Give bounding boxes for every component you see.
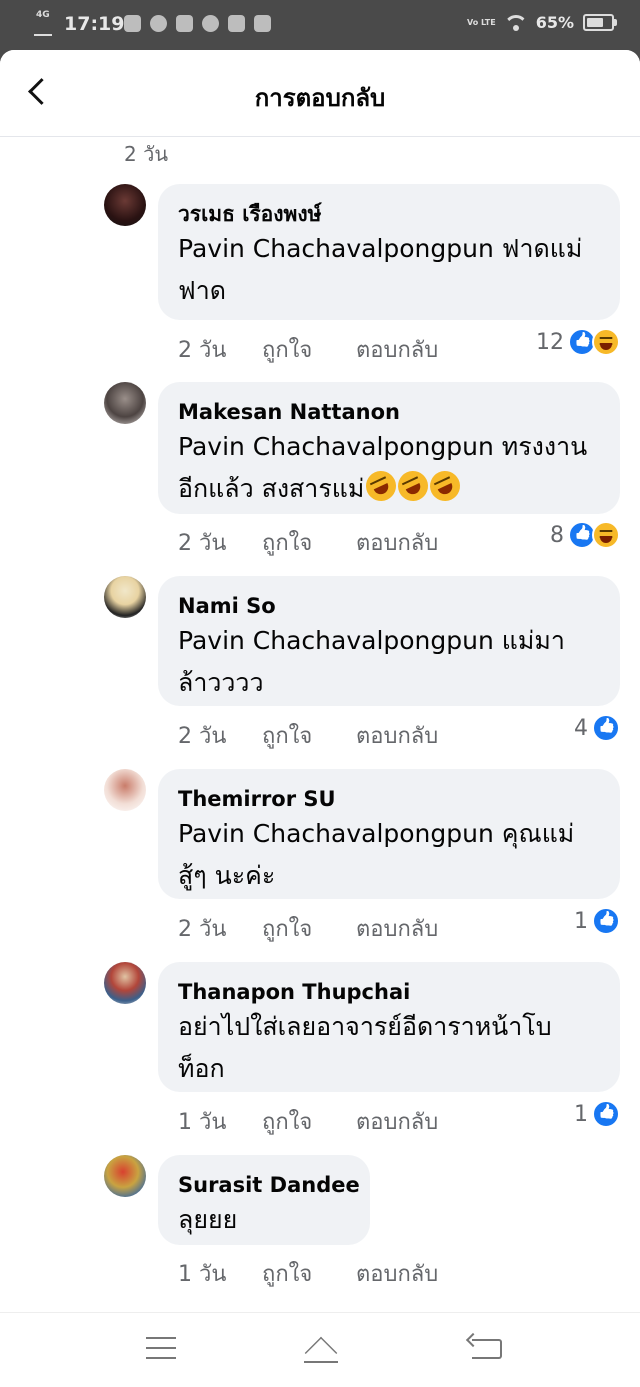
like-button[interactable]: ถูกใจ bbox=[262, 1104, 312, 1139]
avatar[interactable] bbox=[104, 1155, 146, 1197]
comment-time: 1 วัน bbox=[178, 1110, 227, 1135]
avatar[interactable] bbox=[104, 184, 146, 226]
reactions-summary[interactable]: 8 bbox=[550, 521, 620, 549]
reply-button[interactable]: ตอบกลับ bbox=[356, 525, 438, 560]
reply-button[interactable]: ตอบกลับ bbox=[356, 1104, 438, 1139]
comment-author[interactable]: Nami So bbox=[178, 592, 600, 620]
reply-button[interactable]: ตอบกลับ bbox=[356, 718, 438, 753]
instagram-icon bbox=[176, 15, 193, 32]
messenger-icon bbox=[202, 15, 219, 32]
like-button[interactable]: ถูกใจ bbox=[262, 525, 312, 560]
avatar[interactable] bbox=[104, 769, 146, 811]
reply-button[interactable]: ตอบกลับ bbox=[356, 911, 438, 946]
replies-sheet: การตอบกลับ 2 วัน วรเมธ เรืองพงษ์ Pavin C… bbox=[0, 50, 640, 1312]
comment-author[interactable]: Thanapon Thupchai bbox=[178, 978, 600, 1006]
like-icon bbox=[592, 907, 620, 935]
battery-percent: 65% bbox=[535, 13, 574, 32]
gallery-icon bbox=[254, 15, 271, 32]
rofl-emoji-icon bbox=[393, 466, 434, 506]
status-time: 17:19 bbox=[64, 13, 125, 35]
like-icon bbox=[592, 1100, 620, 1128]
comment-bubble: Surasit Dandee ลุยยย bbox=[158, 1155, 370, 1245]
comment-text-line: อย่าไปใส่เลยอาจารย์อีดาราหน้าโบ bbox=[178, 1012, 552, 1041]
reply-button[interactable]: ตอบกลับ bbox=[356, 1256, 438, 1291]
comment-author[interactable]: Surasit Dandee bbox=[178, 1171, 360, 1199]
comment-text-line: ล้าวววว bbox=[178, 668, 264, 697]
page-title: การตอบกลับ bbox=[254, 84, 386, 112]
comment-bubble: วรเมธ เรืองพงษ์ Pavin Chachavalpongpun ฟ… bbox=[158, 184, 620, 320]
network-label: 4G bbox=[36, 10, 50, 20]
like-button[interactable]: ถูกใจ bbox=[262, 911, 312, 946]
comment-text-line: สู้ๆ นะค่ะ bbox=[178, 861, 276, 890]
comment-text-line: ฟาด bbox=[178, 276, 226, 305]
comment-time: 2 วัน bbox=[178, 338, 227, 363]
comment-author[interactable]: Themirror SU bbox=[178, 785, 600, 813]
header: การตอบกลับ bbox=[0, 50, 640, 137]
like-icon bbox=[592, 714, 620, 742]
reactions-summary[interactable]: 12 bbox=[536, 328, 620, 356]
like-button[interactable]: ถูกใจ bbox=[262, 332, 312, 367]
reaction-count: 4 bbox=[574, 715, 588, 741]
comment-text-line: ท็อก bbox=[178, 1054, 225, 1083]
avatar[interactable] bbox=[104, 576, 146, 618]
rofl-emoji-icon bbox=[361, 466, 402, 506]
comment-bubble: Makesan Nattanon Pavin Chachavalpongpun … bbox=[158, 382, 620, 514]
like-button[interactable]: ถูกใจ bbox=[262, 718, 312, 753]
avatar[interactable] bbox=[104, 382, 146, 424]
recent-apps-button[interactable] bbox=[146, 1337, 176, 1359]
comment-text-line: Pavin Chachavalpongpun ทรงงาน bbox=[178, 432, 588, 461]
comment-bubble: Themirror SU Pavin Chachavalpongpun คุณแ… bbox=[158, 769, 620, 899]
comment-time: 2 วัน bbox=[178, 531, 227, 556]
battery-icon bbox=[583, 14, 617, 31]
comment-time: 2 วัน bbox=[178, 724, 227, 749]
reaction-count: 12 bbox=[536, 329, 564, 355]
system-back-button[interactable] bbox=[472, 1339, 502, 1359]
volte-icon: Vo LTE bbox=[466, 17, 496, 27]
comment-text-line: Pavin Chachavalpongpun แม่มา bbox=[178, 626, 565, 655]
comment-time: 1 วัน bbox=[178, 1262, 227, 1287]
comment-author[interactable]: Makesan Nattanon bbox=[178, 398, 600, 426]
reaction-count: 8 bbox=[550, 522, 564, 548]
haha-icon bbox=[592, 328, 620, 356]
notification-icons bbox=[124, 15, 271, 32]
mail-icon bbox=[228, 15, 245, 32]
comment-time: 2 วัน bbox=[178, 917, 227, 942]
reactions-summary[interactable]: 1 bbox=[574, 907, 620, 935]
comment-text-line: Pavin Chachavalpongpun คุณแม่ bbox=[178, 819, 575, 848]
comment-text-line: ลุยยย bbox=[178, 1205, 238, 1234]
comment-bubble: Nami So Pavin Chachavalpongpun แม่มา ล้า… bbox=[158, 576, 620, 706]
home-icon bbox=[304, 1336, 338, 1370]
haha-icon bbox=[592, 521, 620, 549]
reaction-count: 1 bbox=[574, 1101, 588, 1127]
like-button[interactable]: ถูกใจ bbox=[262, 1256, 312, 1291]
rofl-emoji-icon bbox=[425, 466, 466, 506]
line-icon bbox=[124, 15, 141, 32]
reactions-summary[interactable]: 4 bbox=[574, 714, 620, 742]
comment-text-line: Pavin Chachavalpongpun ฟาดแม่ bbox=[178, 234, 583, 263]
reaction-count: 1 bbox=[574, 908, 588, 934]
comment-text-line: อีกแล้ว สงสารแม่ bbox=[178, 466, 600, 510]
avatar[interactable] bbox=[104, 962, 146, 1004]
comment-author[interactable]: วรเมธ เรืองพงษ์ bbox=[178, 200, 600, 228]
wifi-icon bbox=[505, 15, 527, 31]
comment-text-fragment: อีกแล้ว สงสารแม่ bbox=[178, 474, 365, 503]
app-icon bbox=[150, 15, 167, 32]
reactions-summary[interactable]: 1 bbox=[574, 1100, 620, 1128]
system-nav-bar bbox=[0, 1312, 640, 1387]
home-button[interactable] bbox=[300, 1333, 342, 1370]
parent-comment-time: 2 วัน bbox=[124, 142, 168, 166]
network-icon: 4G bbox=[32, 10, 54, 36]
status-bar: 4G 17:19 Vo LTE 65% bbox=[0, 0, 640, 50]
reply-button[interactable]: ตอบกลับ bbox=[356, 332, 438, 367]
comment-bubble: Thanapon Thupchai อย่าไปใส่เลยอาจารย์อีด… bbox=[158, 962, 620, 1092]
